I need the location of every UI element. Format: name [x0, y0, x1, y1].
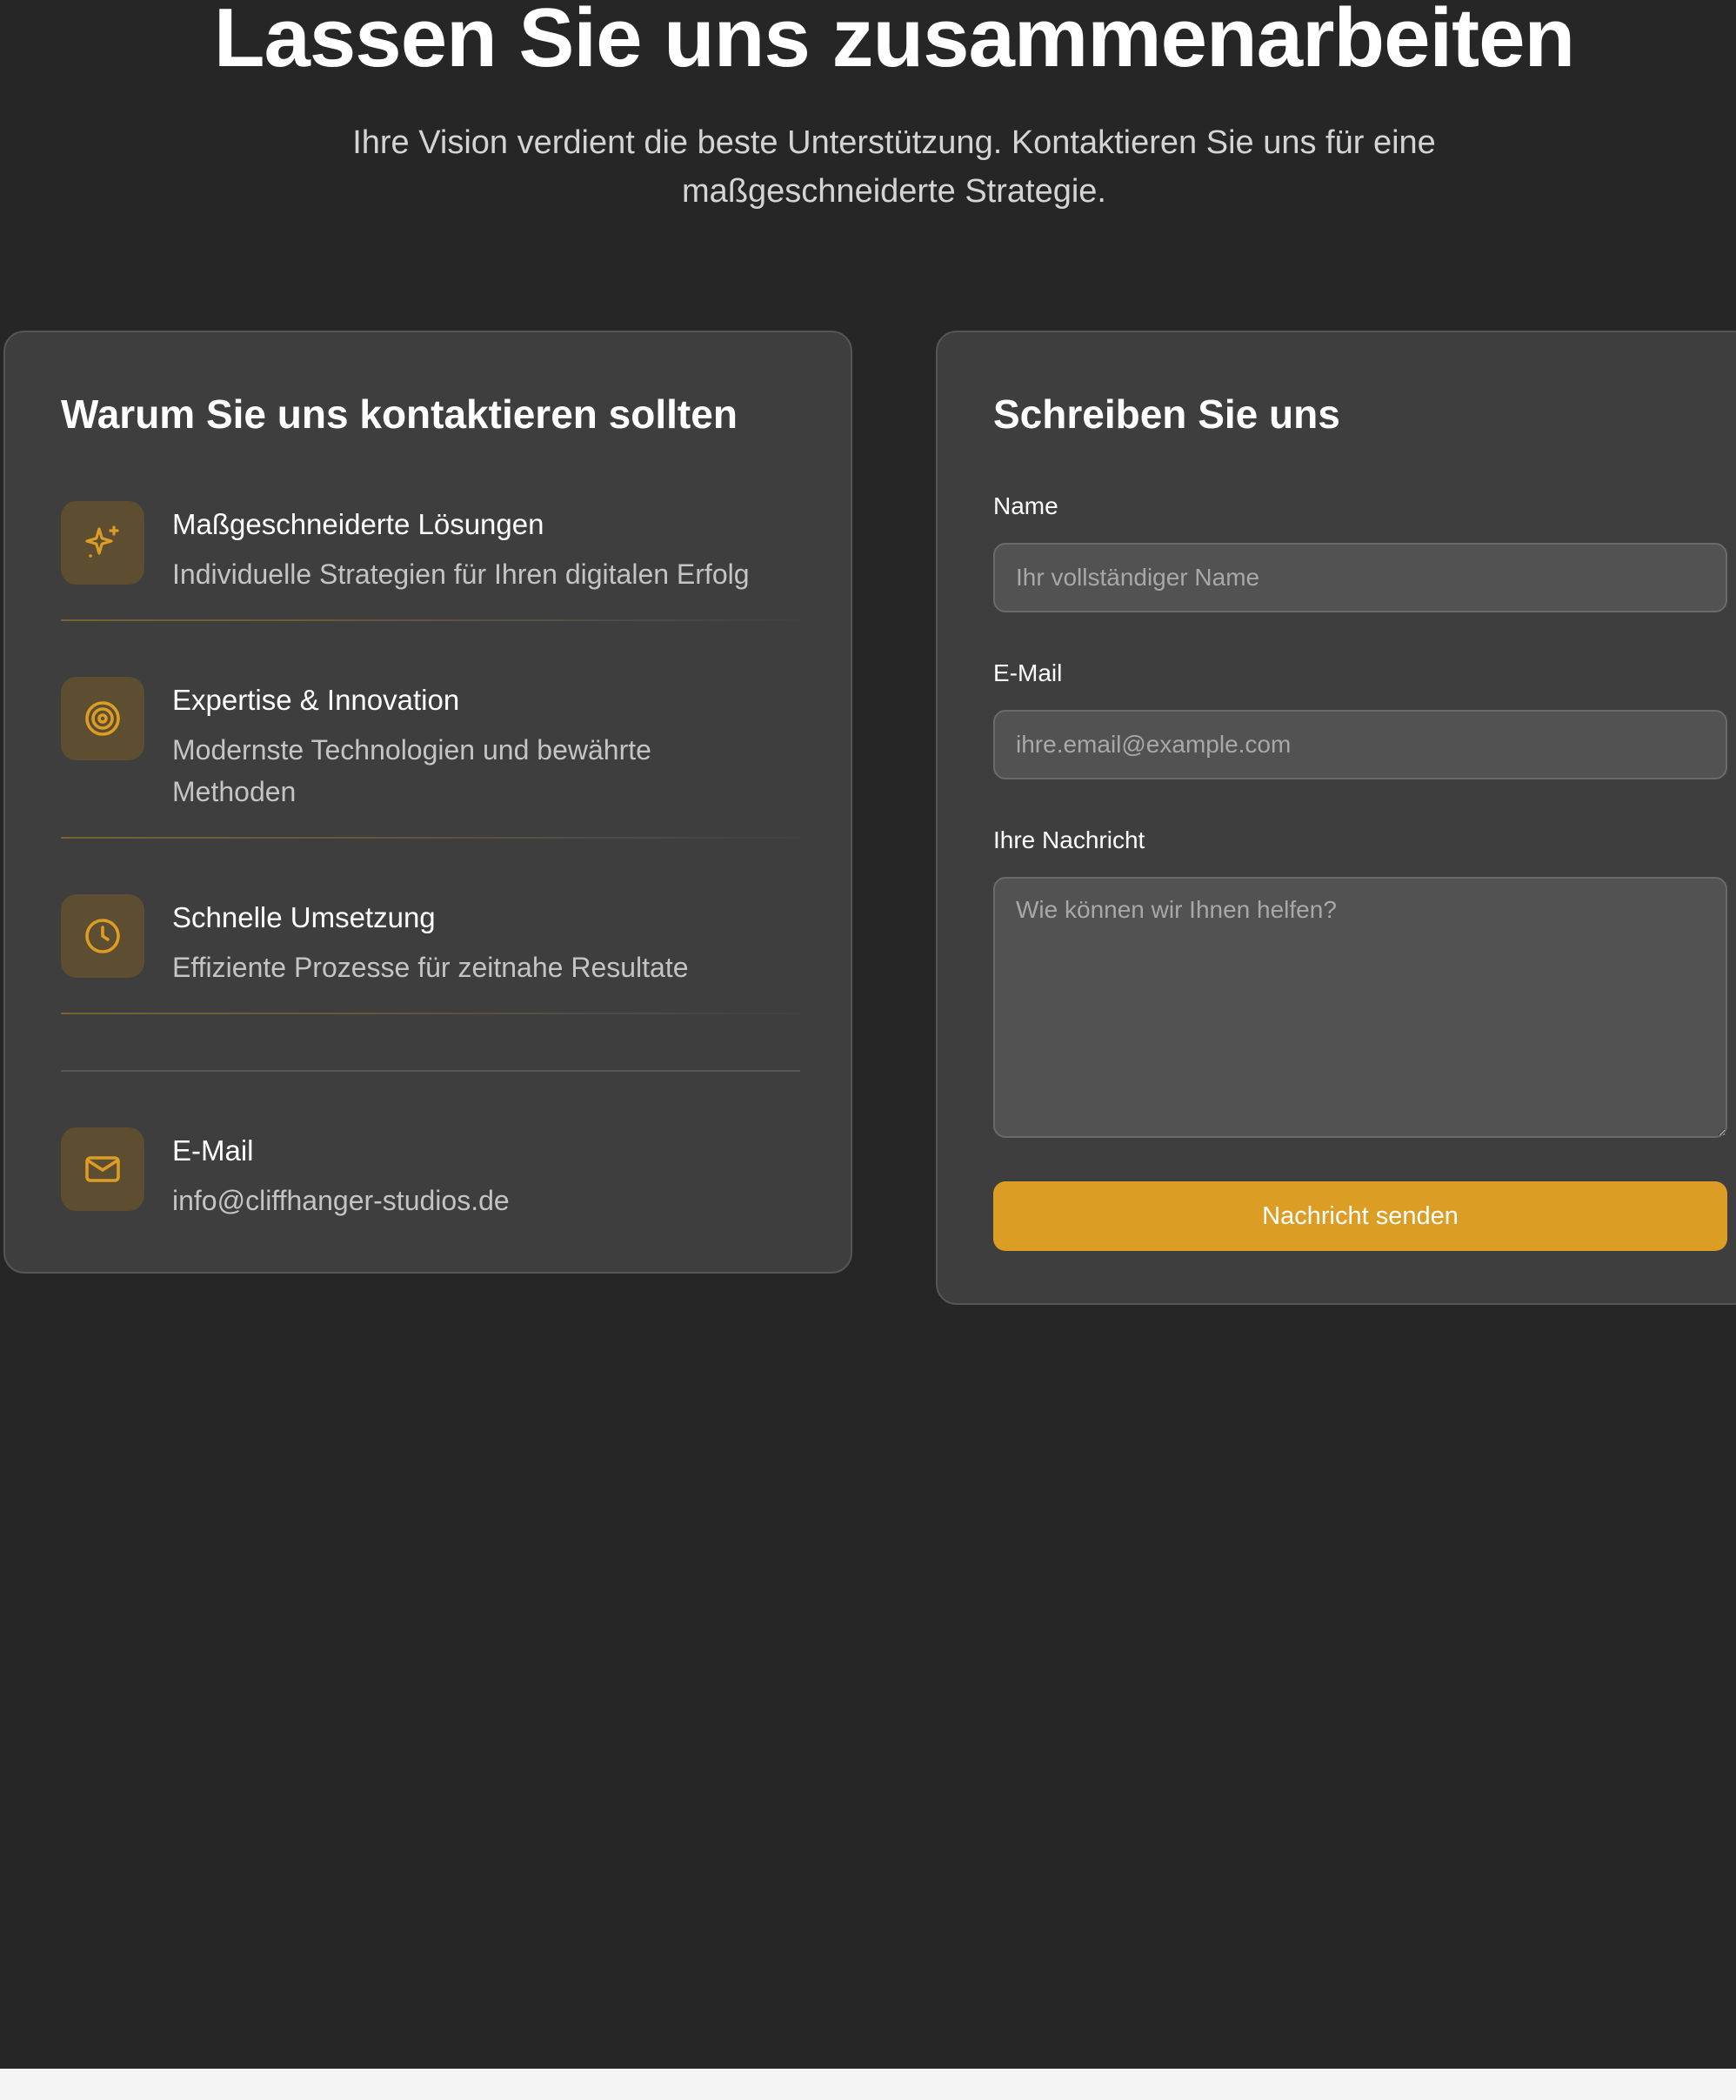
- sparkles-icon: [61, 501, 144, 585]
- feature-item-tailored-solutions: Maßgeschneiderte Lösungen Individuelle S…: [61, 501, 800, 590]
- contact-email-label: E-Mail: [172, 1134, 254, 1167]
- email-input[interactable]: [993, 710, 1727, 779]
- page-subtitle: Ihre Vision verdient die beste Unterstüt…: [352, 124, 1436, 210]
- feature-title: Maßgeschneiderte Lösungen: [172, 508, 544, 540]
- send-message-button[interactable]: Nachricht senden: [993, 1181, 1727, 1251]
- feature-description: Modernste Technologien und bewährte Meth…: [172, 734, 651, 807]
- divider: [61, 1013, 800, 1014]
- feature-description: Effiziente Prozesse für zeitnahe Resulta…: [172, 952, 689, 983]
- feature-title: Expertise & Innovation: [172, 684, 460, 716]
- page-title: Lassen Sie uns zusammenarbeiten: [213, 0, 1575, 84]
- name-label: Name: [993, 492, 1058, 519]
- page-bottom-edge: [0, 2069, 1736, 2100]
- why-contact-card: Warum Sie uns kontaktieren sollten Maßge…: [3, 331, 852, 1274]
- message-label: Ihre Nachricht: [993, 826, 1145, 853]
- section-divider: [61, 1070, 800, 1072]
- divider: [61, 837, 800, 839]
- clock-icon: [61, 894, 144, 978]
- feature-item-fast-delivery: Schnelle Umsetzung Effiziente Prozesse f…: [61, 894, 800, 983]
- contact-email-link[interactable]: info@cliffhanger-studios.de: [172, 1180, 772, 1221]
- why-contact-title: Warum Sie uns kontaktieren sollten: [61, 391, 738, 437]
- contact-form-card: Schreiben Sie uns Name E-Mail Ihre Nachr…: [936, 331, 1736, 1305]
- mail-icon: [61, 1127, 144, 1211]
- contact-form-title: Schreiben Sie uns: [993, 391, 1340, 437]
- email-label: E-Mail: [993, 659, 1063, 686]
- divider: [61, 619, 800, 621]
- feature-title: Schnelle Umsetzung: [172, 901, 436, 933]
- target-icon: [61, 677, 144, 760]
- message-textarea[interactable]: [993, 877, 1727, 1138]
- feature-description: Individuelle Strategien für Ihren digita…: [172, 558, 750, 590]
- contact-email-item: E-Mail info@cliffhanger-studios.de: [61, 1127, 800, 1216]
- name-input[interactable]: [993, 543, 1727, 612]
- feature-item-expertise: Expertise & Innovation Modernste Technol…: [61, 677, 800, 807]
